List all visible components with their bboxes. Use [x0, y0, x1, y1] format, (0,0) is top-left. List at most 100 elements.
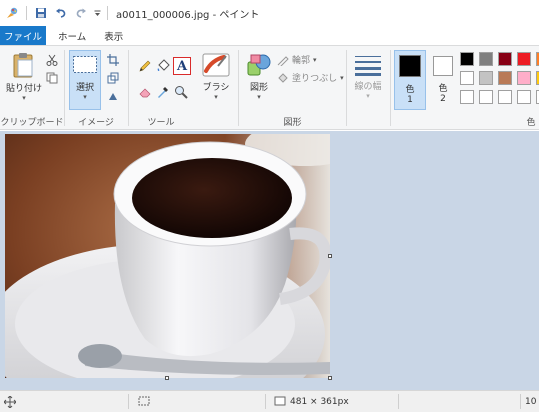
cursor-position-icon — [4, 395, 16, 408]
text-icon[interactable]: A — [173, 57, 191, 75]
group-separator — [346, 50, 347, 126]
ribbon-tabs: ファイル ホーム 表示 — [0, 26, 539, 45]
colors-group: 色 1 色 2 色 — [391, 46, 539, 130]
clipboard-group: 貼り付け ▾ クリップボード — [0, 46, 64, 130]
shapes-label: 図形 — [249, 83, 268, 93]
customize-quick-access-icon[interactable] — [93, 5, 101, 21]
tab-home[interactable]: ホーム — [46, 26, 95, 45]
palette-swatch[interactable] — [498, 71, 512, 85]
magnifier-icon[interactable] — [173, 84, 189, 100]
image-group: 選択 ▾ イメージ — [65, 46, 127, 130]
pencil-icon[interactable] — [137, 58, 153, 74]
palette-swatch[interactable] — [517, 52, 531, 66]
tools-group-label: ツール — [147, 118, 175, 128]
shapes-group: 図形 ▾ 輪郭 ▾ 塗りつぶし ▾ 図形 — [239, 46, 346, 130]
image-size-icon — [274, 396, 286, 406]
chevron-down-icon: ▾ — [22, 94, 26, 102]
size-button[interactable]: 線の幅 ▾ — [350, 54, 386, 100]
color-picker-icon[interactable] — [155, 84, 171, 100]
copy-icon[interactable] — [44, 70, 60, 86]
chevron-down-icon: ▾ — [313, 55, 317, 64]
palette-swatch[interactable] — [517, 90, 531, 104]
paint-app-icon[interactable] — [4, 5, 20, 21]
size-label: 線の幅 — [354, 82, 382, 92]
canvas-workspace[interactable] — [0, 131, 539, 390]
chevron-down-icon: ▾ — [366, 92, 370, 100]
resize-handle-right[interactable] — [328, 254, 332, 258]
image-canvas[interactable] — [5, 134, 330, 378]
zoom-level-cell: 10 — [525, 391, 536, 412]
color2-label: 色 — [438, 84, 448, 94]
fill-label: 塗りつぶし — [292, 74, 338, 84]
zoom-level: 10 — [525, 396, 537, 407]
selection-size-cell — [138, 391, 150, 412]
coffee-cup-image — [5, 134, 330, 378]
color2-number: 2 — [440, 94, 446, 104]
palette-swatch[interactable] — [498, 52, 512, 66]
outline-button[interactable]: 輪郭 ▾ — [277, 53, 317, 66]
status-separator — [398, 394, 399, 409]
save-icon[interactable] — [33, 5, 49, 21]
status-separator — [265, 394, 266, 409]
cut-icon[interactable] — [44, 52, 60, 68]
status-separator — [520, 394, 521, 409]
resize-handle-corner[interactable] — [328, 376, 332, 380]
crop-icon[interactable] — [105, 52, 121, 68]
color2-swatch — [433, 56, 453, 76]
brush-icon — [202, 53, 230, 77]
palette-swatch[interactable] — [498, 90, 512, 104]
image-dimensions: 481 × 361px — [290, 396, 349, 407]
rotate-icon[interactable] — [105, 88, 121, 104]
resize-handle-bottom[interactable] — [165, 376, 169, 380]
window-title: a0011_000006.jpg - ペイント — [116, 9, 260, 21]
status-separator — [128, 394, 129, 409]
outline-label: 輪郭 — [292, 56, 311, 66]
chevron-down-icon: ▾ — [340, 73, 344, 82]
chevron-down-icon: ▾ — [83, 93, 87, 101]
shapes-icon — [247, 54, 271, 76]
color2-button[interactable]: 色 2 — [429, 50, 457, 110]
palette-swatch[interactable] — [479, 71, 493, 85]
colors-group-label: 色 — [526, 118, 536, 128]
title-bar: a0011_000006.jpg - ペイント — [0, 0, 539, 26]
palette-swatch[interactable] — [517, 71, 531, 85]
color1-number: 1 — [407, 95, 413, 105]
redo-icon[interactable] — [73, 5, 89, 21]
color1-button[interactable]: 色 1 — [394, 50, 426, 110]
brushes-label: ブラシ — [202, 83, 230, 93]
paste-label: 貼り付け — [6, 84, 43, 94]
fill-icon — [278, 72, 288, 83]
undo-icon[interactable] — [53, 5, 69, 21]
brushes-button[interactable]: ブラシ ▾ — [197, 52, 235, 101]
quick-access-toolbar — [0, 5, 110, 21]
image-size-cell: 481 × 361px — [274, 391, 349, 412]
fill-button[interactable]: 塗りつぶし ▾ — [277, 71, 344, 84]
tools-group: A ツール — [129, 46, 193, 130]
palette-swatch[interactable] — [479, 90, 493, 104]
line-width-icon — [355, 56, 381, 76]
ribbon: 貼り付け ▾ クリップボード 選択 ▾ イメージ A ツール ブラシ ▾ 図形 … — [0, 45, 539, 130]
selection-size-icon — [138, 396, 150, 406]
outline-icon — [277, 55, 289, 66]
chevron-down-icon: ▾ — [257, 93, 261, 101]
fill-bucket-icon[interactable] — [155, 58, 171, 74]
status-bar: 481 × 361px 10 — [0, 390, 539, 412]
resize-icon[interactable] — [105, 70, 121, 86]
select-button[interactable]: 選択 ▾ — [69, 50, 101, 110]
color1-swatch — [399, 55, 421, 77]
palette-swatch[interactable] — [479, 52, 493, 66]
eraser-icon[interactable] — [137, 84, 153, 100]
palette-swatch[interactable] — [460, 52, 474, 66]
palette-swatch[interactable] — [460, 71, 474, 85]
palette-swatch[interactable] — [460, 90, 474, 104]
shapes-button[interactable]: 図形 ▾ — [243, 52, 275, 101]
selection-rectangle-icon — [73, 56, 97, 73]
clipboard-icon — [13, 53, 33, 78]
tab-file[interactable]: ファイル — [0, 26, 46, 45]
cursor-position-cell — [4, 391, 16, 412]
image-group-label: イメージ — [78, 118, 114, 128]
paste-button[interactable]: 貼り付け ▾ — [6, 52, 42, 102]
clipboard-group-label: クリップボード — [0, 118, 64, 128]
tab-view[interactable]: 表示 — [95, 26, 132, 45]
chevron-down-icon: ▾ — [214, 93, 218, 101]
